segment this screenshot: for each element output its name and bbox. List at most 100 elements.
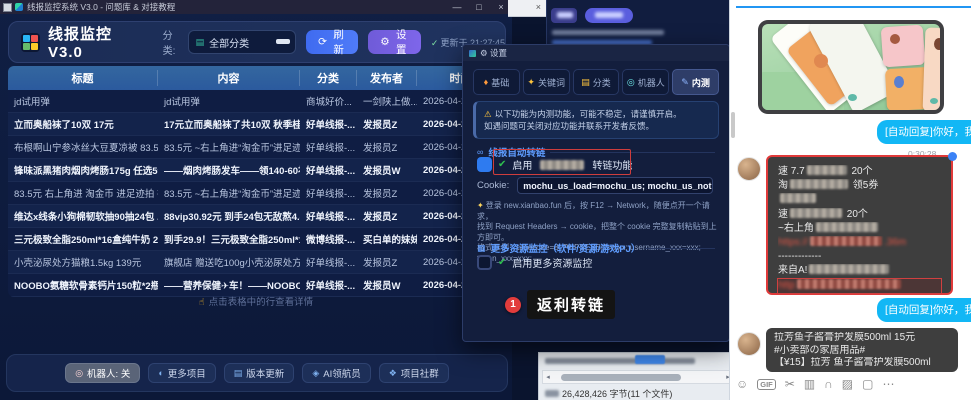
tab-label: 内测 [692,76,710,89]
sender-avatar-2[interactable] [737,332,761,356]
cell-content: 88vip30.92元 到手24包无敌熬4.48... [158,209,300,223]
more-projects-button[interactable]: ◐更多项目 [148,363,215,383]
resource-monitor-checkbox[interactable] [477,255,492,270]
sender-avatar-1[interactable] [737,157,761,181]
cell-title: jd试用弹 [8,94,158,108]
cell-publisher: 发报员W [357,163,417,177]
product-image[interactable] [758,20,944,114]
table-row[interactable]: 83.5元 右上角进 淘金币 进足迹拍 有...83.5元 ~右上角进“淘金币”… [8,182,504,205]
table-row[interactable]: 布根啊山宁参冰丝大豆夏凉被 83.5元83.5元 ~右上角进“淘金币”进足迹..… [8,136,504,159]
cell-publisher: 发报员Z [357,140,417,154]
redacted-text [790,208,842,218]
beta-feature-row: ✔ 启用 转链功能 [477,157,632,172]
explorer-horizontal-scrollbar[interactable]: ◂ ▸ [542,370,734,384]
ai-navigator-button[interactable]: ◈AI领航员 [302,363,370,383]
ai-navigator-icon: ◈ [312,368,319,379]
tab-分类[interactable]: ▤分类 [573,69,620,95]
cell-publisher: 发报员Z [357,209,417,223]
footer-buttons: ◎ 机器人: 关 ◐更多项目 ▤版本更新 ◈AI领航员 ❖项目社群 [65,363,449,383]
message-text: 领5券 [850,180,878,191]
deals-table: 标题内容分类发布者时间 jd试用弹jd试用弹商城好价...一剑陕上做...202… [8,66,504,297]
table-header-row: 标题内容分类发布者时间 [8,66,504,90]
robot-toggle-icon: ◎ [75,368,83,379]
message-line: http [778,279,941,293]
category-selected-value: 全部分类 [209,35,249,50]
message-text: .36m [884,237,906,248]
image-icon[interactable]: ▨ [842,376,853,392]
tab-icon-分类: ▤ [581,77,590,88]
category-select[interactable]: ▤ 全部分类 [188,30,297,54]
table-row[interactable]: 锋味派黑猪肉烟肉烤肠175g 任选5件...——烟肉烤肠发车——领140-60补… [8,159,504,182]
tab-关键词[interactable]: ✦关键词 [523,69,570,95]
app-logo-icon [21,33,40,52]
section-more-resources: ▦ 更多资源监控（软件/资源/游戏PJ） [477,241,715,255]
message-line: 速 20个 [778,208,941,222]
explorer-file-row-blur [545,358,695,364]
file-explorer-window: ◂ ▸ 26,428,426 字节(11 个文件) [538,352,740,400]
scrollbar-thumb[interactable] [561,374,681,381]
hand-pointer-icon: ☝ [199,297,205,308]
cell-title: 布根啊山宁参冰丝大豆夏凉被 83.5元 [8,140,158,154]
redacted-text [810,236,882,246]
screenshot-icon[interactable]: ✂ [785,376,795,392]
background-button-2[interactable] [585,8,633,23]
project-community-button-label: 项目社群 [401,366,439,380]
refresh-button[interactable]: ⟳ 刷新 [306,30,358,54]
file-icon[interactable]: ▥ [804,376,815,392]
cell-category: 好单线报-... [300,140,357,154]
message-line: 拉芳鱼子酱膏护发膜500ml 15元 [774,332,950,345]
gif-icon[interactable]: GIF [757,379,776,390]
voice-icon[interactable]: ∩ [824,376,833,392]
tab-内测[interactable]: ✎内测 [672,69,719,95]
annotation-label: 返利转链 [527,290,615,319]
beta-feature-checkbox[interactable] [477,157,492,172]
message-text: 20个 [844,209,868,220]
cell-content: 83.5元 ~右上角进“淘金币”进足迹... [158,186,300,200]
tab-icon-基础: ♦ [484,77,489,87]
chat-scrollbar-thumb[interactable] [731,112,735,138]
cell-publisher: 发报员W [357,278,417,292]
robot-toggle-button-label: 机器人: 关 [87,366,130,380]
table-row[interactable]: 维达x线条小狗棉韧软抽90抽24包 ...88vip30.92元 到手24包无敌… [8,205,504,228]
chat-window: [自动回复]你好，我现 0:30:28 速 7.7 20个淘 领5券速 20个~… [729,0,971,400]
scroll-left-arrow[interactable]: ◂ [543,373,553,381]
table-row[interactable]: 立而奥船袜了10双 17元17元立而奥船袜了共10双 秋季桂后石...好单线报-… [8,113,504,136]
message-line: #小卖部の家居用品# [774,345,950,358]
cell-category: 好单线报-... [300,163,357,177]
message-text: 速 7.7 [778,166,805,177]
robot-toggle-button[interactable]: ◎ 机器人: 关 [65,363,140,383]
cell-content: ——烟肉烤肠发车——领140-60补... [158,163,300,177]
project-community-button[interactable]: ❖项目社群 [379,363,449,383]
table-row[interactable]: 三元极致全脂250ml*16盒纯牛奶 29...到手29.9！三元极致全脂250… [8,228,504,251]
redacted-feature-name [540,160,584,170]
tab-基础[interactable]: ♦基础 [473,69,520,95]
xianbao-monitor-window: 线报监控系统 V3.0 - 问题库 & 对接教程 — □ × 线报监控 V3.0… [0,0,512,400]
message-text: 淘 [778,180,788,191]
tab-机器人[interactable]: ◎机器人 [622,69,669,95]
table-hint: ☝点击表格中的行查看详情 [0,294,512,308]
cell-content: 旗舰店 赠送吃100g小壳泌尿处方猫粮... [158,255,300,269]
bulb-icon: ✦ [477,201,484,210]
message-line [778,193,941,207]
cookie-input[interactable]: mochu_us_load=mochu_us; mochu_us_notice [517,177,713,194]
redacted-text [790,179,848,189]
settings-button[interactable]: ⚙ 设置 [368,30,421,54]
emoji-icon[interactable]: ☺ [736,376,748,392]
version-update-button[interactable]: ▤版本更新 [224,363,295,383]
screen-capture-icon[interactable]: ▢ [862,376,873,392]
column-header-content: 内容 [158,70,300,86]
background-button-1[interactable] [551,8,577,23]
dialog-app-icon [469,50,476,57]
minimize-button[interactable]: — [446,2,468,12]
message-text: ~右上角 [778,223,814,234]
cell-publisher: 一剑陕上做... [357,94,417,108]
cell-publisher: 发报员Z [357,186,417,200]
cookie-row: Cookie: mochu_us_load=mochu_us; mochu_us… [477,177,713,194]
more-icon[interactable]: ⋯ [882,376,894,392]
table-row[interactable]: 小壳泌尿处方猫粮1.5kg 139元旗舰店 赠送吃100g小壳泌尿处方猫粮...… [8,251,504,274]
redacted-text [780,193,816,203]
background-close-icon[interactable]: × [536,2,541,12]
table-row[interactable]: jd试用弹jd试用弹商城好价...一剑陕上做...2026-04-22 21:2 [8,90,504,113]
maximize-button[interactable]: □ [468,2,490,12]
tab-icon-机器人: ◎ [627,77,635,88]
